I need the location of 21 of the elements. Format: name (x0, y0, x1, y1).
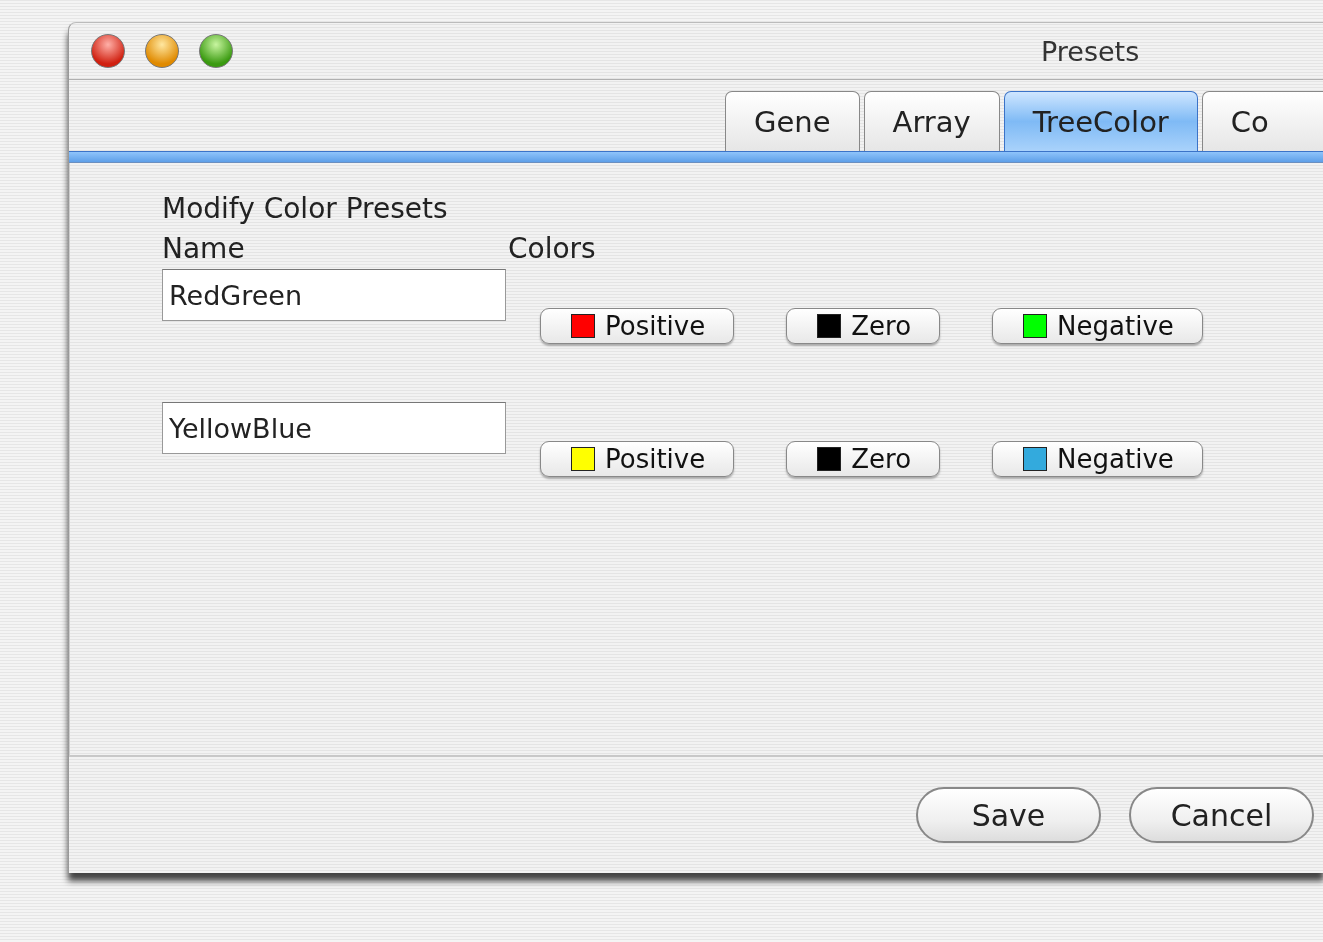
window-title: Presets (1041, 35, 1140, 67)
tab[interactable]: Co (1201, 91, 1323, 151)
close-button[interactable] (91, 34, 125, 68)
minimize-button[interactable] (145, 34, 179, 68)
section-heading: Modify Color Presets (162, 191, 449, 227)
color-button[interactable]: Zero (786, 441, 941, 477)
name-field[interactable]: YellowBlue (162, 402, 506, 454)
tab[interactable]: TreeColor (1003, 91, 1198, 151)
color-button[interactable]: Positive (540, 308, 735, 344)
zoom-button[interactable] (199, 34, 233, 68)
dialog-button[interactable]: Save (916, 787, 1101, 843)
name-field[interactable]: RedGreen (162, 269, 506, 321)
color-button[interactable]: Zero (786, 308, 941, 344)
column-label: Name (162, 231, 246, 267)
tab[interactable]: Gene (725, 91, 860, 151)
dialog-button[interactable]: Cancel (1129, 787, 1314, 843)
column-label: Colors (508, 231, 596, 267)
color-button[interactable]: Positive (540, 441, 735, 477)
color-button[interactable]: Negative (992, 441, 1203, 477)
tab[interactable]: Array (863, 91, 1000, 151)
color-button[interactable]: Negative (992, 308, 1203, 344)
